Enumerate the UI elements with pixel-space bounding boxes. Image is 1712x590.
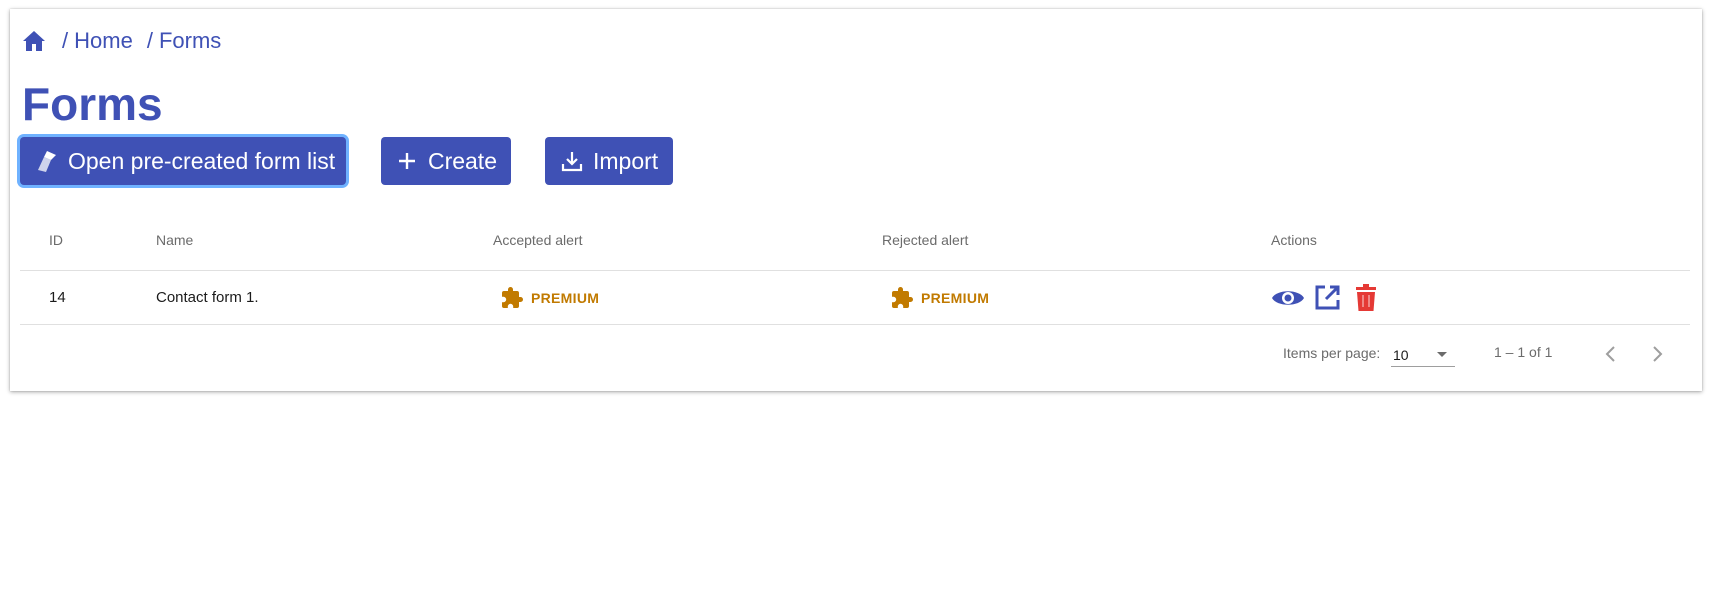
items-per-page-label: Items per page: <box>1283 345 1381 361</box>
items-per-page-select[interactable]: 10 <box>1391 341 1455 367</box>
premium-badge[interactable]: PREMIUM <box>873 286 989 310</box>
import-label: Import <box>593 147 659 174</box>
row-id: 14 <box>49 289 66 306</box>
row-name: Contact form 1. <box>156 289 259 306</box>
view-icon[interactable] <box>1270 282 1306 314</box>
table-row: 14 Contact form 1. PREMIUM PREMIUM <box>20 271 1690 325</box>
home-icon[interactable] <box>22 28 48 54</box>
forms-card: / Home / Forms Forms Open pre-created fo… <box>10 9 1702 391</box>
create-label: Create <box>427 147 497 174</box>
premium-label: PREMIUM <box>921 289 990 306</box>
open-precreated-form-list-label: Open pre-created form list <box>68 147 336 174</box>
column-header-accepted-alert[interactable]: Accepted alert <box>493 209 583 270</box>
breadcrumb-forms[interactable]: Forms <box>159 28 221 54</box>
create-button[interactable]: Create <box>381 137 511 185</box>
forms-table: ID Name Accepted alert Rejected alert Ac… <box>20 209 1690 325</box>
page-title: Forms <box>22 78 163 130</box>
puzzle-icon <box>890 286 914 310</box>
page-range-label: 1 – 1 of 1 <box>1494 344 1553 360</box>
dropdown-arrow-icon <box>1437 352 1447 357</box>
breadcrumb-separator: / <box>62 28 69 53</box>
open-precreated-form-list-button[interactable]: Open pre-created form list <box>20 137 346 185</box>
previous-page-button[interactable] <box>1596 339 1626 369</box>
chevron-right-icon <box>1653 346 1663 362</box>
premium-label: PREMIUM <box>531 289 600 306</box>
breadcrumb: / Home / Forms <box>22 27 221 55</box>
plus-icon <box>395 148 420 174</box>
breadcrumb-separator: / <box>146 28 153 53</box>
rejected-alert-cell: PREMIUM <box>873 271 989 324</box>
column-header-id[interactable]: ID <box>49 209 63 270</box>
delete-icon[interactable] <box>1348 282 1384 314</box>
row-actions <box>1270 271 1387 324</box>
accepted-alert-cell: PREMIUM <box>483 271 599 324</box>
items-per-page-value: 10 <box>1393 347 1409 363</box>
open-in-new-icon[interactable] <box>1309 282 1345 314</box>
puzzle-icon <box>500 286 524 310</box>
column-header-rejected-alert[interactable]: Rejected alert <box>882 209 968 270</box>
import-button[interactable]: Import <box>545 137 673 185</box>
eraser-icon <box>34 148 60 174</box>
table-header-row: ID Name Accepted alert Rejected alert Ac… <box>20 209 1690 271</box>
paginator: Items per page: 10 1 – 1 of 1 <box>10 339 1702 369</box>
premium-badge[interactable]: PREMIUM <box>483 286 599 310</box>
next-page-button[interactable] <box>1642 339 1672 369</box>
column-header-actions: Actions <box>1271 231 1317 248</box>
breadcrumb-home[interactable]: Home <box>74 28 133 54</box>
column-header-name[interactable]: Name <box>156 209 193 270</box>
chevron-left-icon <box>1605 346 1615 362</box>
download-icon <box>559 148 585 174</box>
